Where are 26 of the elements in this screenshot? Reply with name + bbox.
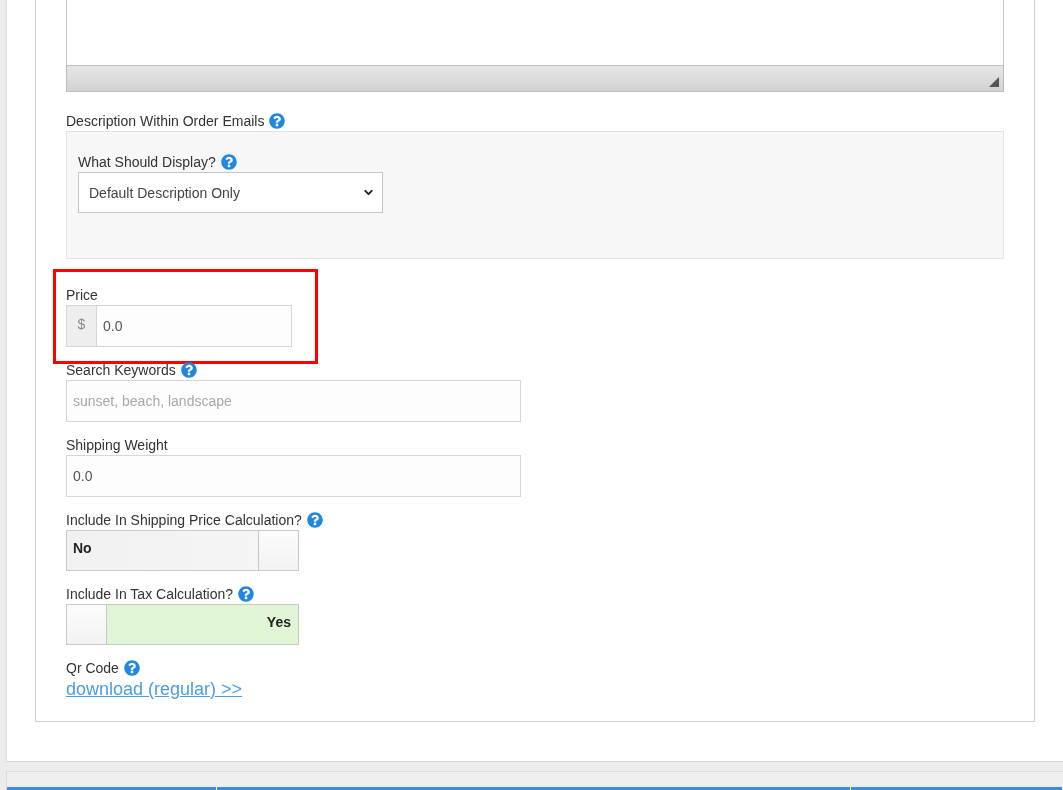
section-label: Description Within Order Emails [66,112,265,129]
help-icon[interactable] [220,153,237,170]
toggle-switch[interactable]: No [66,530,299,571]
toggle-text: No [72,539,93,558]
help-icon[interactable] [180,361,197,378]
help-icon[interactable] [269,112,286,129]
field-label: What Should Display? [78,153,216,170]
field-label: Search Keywords [66,361,176,378]
help-icon[interactable] [123,659,140,676]
toggle-knob[interactable] [67,605,107,644]
help-icon[interactable] [238,585,255,602]
input-field[interactable]: sunset, beach, landscape [66,380,521,422]
field-label: Qr Code [66,659,119,676]
toggle-text: Yes [265,613,292,632]
toggle-switch[interactable]: Yes [66,604,299,645]
input-field[interactable]: 0.0 [96,305,292,347]
dropdown[interactable]: Default Description Only [78,172,383,213]
field-label: Price [66,286,98,303]
toggle-knob[interactable] [258,531,298,570]
field-label: Include In Tax Calculation? [66,585,234,602]
resize-grip-icon[interactable] [989,77,999,87]
field-label: Include In Shipping Price Calculation? [66,511,302,528]
field-label: Shipping Weight [66,436,168,453]
currency-addon: $ [66,305,96,347]
input-field[interactable]: 0.0 [66,455,521,497]
help-icon[interactable] [306,511,323,528]
